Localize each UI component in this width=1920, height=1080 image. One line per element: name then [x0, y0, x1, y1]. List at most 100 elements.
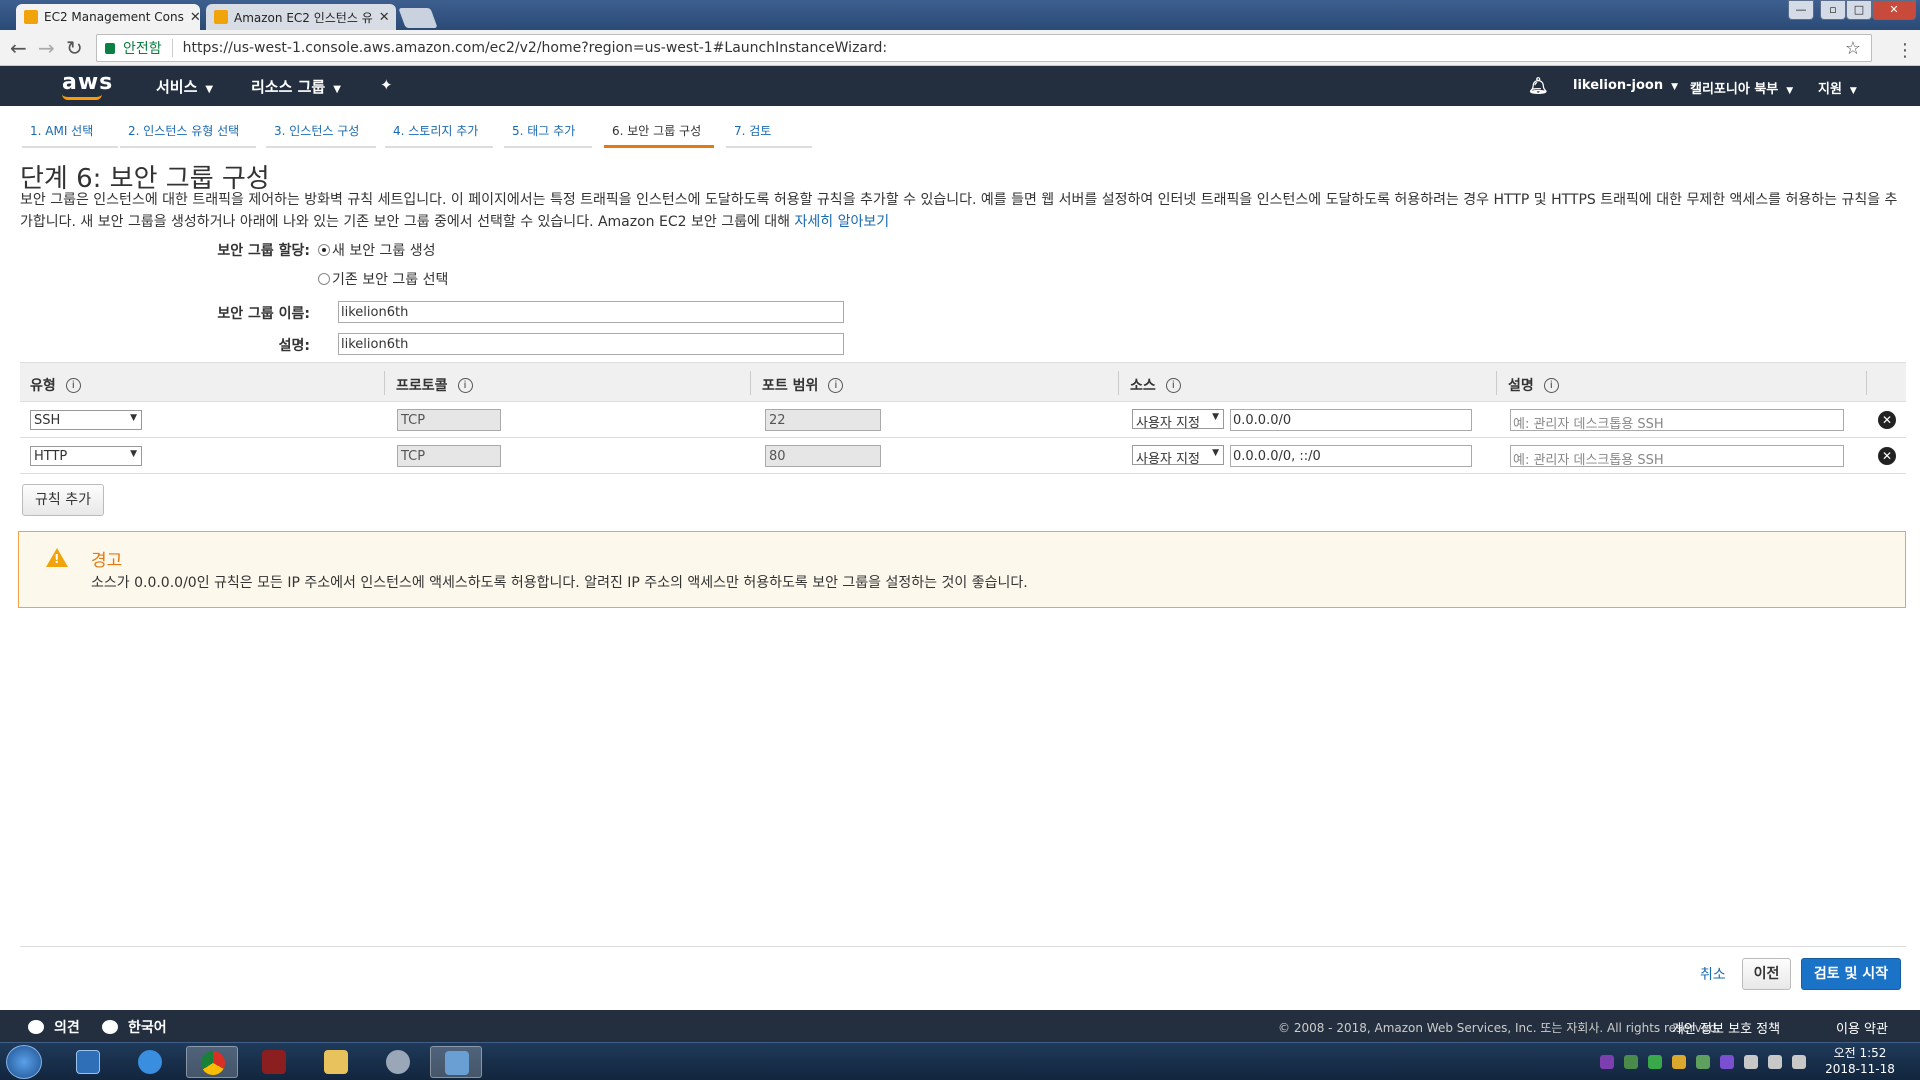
- secure-indicator[interactable]: 안전함: [105, 38, 162, 58]
- tray-app-icon[interactable]: [1624, 1055, 1638, 1069]
- taskbar-desktop-icon[interactable]: [62, 1046, 114, 1078]
- wizard-step-storage[interactable]: 4. 스토리지 추가: [385, 118, 493, 148]
- back-arrow-icon[interactable]: ←: [10, 36, 27, 60]
- forward-arrow-icon[interactable]: →: [38, 36, 55, 60]
- type-select[interactable]: SSH ▼: [30, 410, 142, 430]
- column-description: 설명 i: [1508, 375, 1559, 395]
- maximize-window-button[interactable]: □: [1846, 0, 1872, 20]
- add-rule-button[interactable]: 규칙 추가: [22, 484, 104, 516]
- warning-text: 소스가 0.0.0.0/0인 규칙은 모든 IP 주소에서 인스턴스에 액세스하…: [91, 575, 1028, 591]
- resource-groups-menu[interactable]: 리소스 그룹 ▼: [251, 76, 341, 97]
- tray-network-icon[interactable]: [1792, 1055, 1806, 1069]
- remove-rule-icon[interactable]: ✕: [1878, 447, 1896, 465]
- taskbar-clock[interactable]: 오전 1:52 2018-11-18: [1820, 1045, 1900, 1077]
- source-type-select[interactable]: 사용자 지정 ▼: [1132, 445, 1224, 467]
- bookmark-star-icon[interactable]: ☆: [1845, 38, 1861, 59]
- taskbar-tool-icon[interactable]: [372, 1046, 424, 1078]
- radio-existing-sg[interactable]: 기존 보안 그룹 선택: [318, 269, 448, 289]
- browser-menu-icon[interactable]: ⋮: [1896, 40, 1914, 61]
- info-icon[interactable]: i: [1543, 377, 1559, 393]
- radio-unchecked-icon: [318, 273, 330, 285]
- user-profile-button[interactable]: ▫: [1820, 0, 1846, 20]
- services-menu[interactable]: 서비스 ▼: [156, 76, 213, 97]
- omnibox[interactable]: 안전함 https://us-west-1.console.aws.amazon…: [96, 34, 1872, 62]
- reload-icon[interactable]: ↻: [66, 36, 83, 60]
- account-menu[interactable]: likelion-joon ▼: [1573, 78, 1678, 93]
- radio-checked-icon: [318, 244, 330, 256]
- taskbar-window-icon[interactable]: [430, 1046, 482, 1078]
- source-cidr-input[interactable]: 0.0.0.0/0, ::/0: [1230, 445, 1472, 467]
- wizard-step-tags[interactable]: 5. 태그 추가: [504, 118, 592, 148]
- wizard-step-ami[interactable]: 1. AMI 선택: [22, 118, 118, 148]
- learn-more-link[interactable]: 자세히 알아보기: [795, 214, 890, 230]
- wizard-step-review[interactable]: 7. 검토: [726, 118, 812, 148]
- privacy-policy-link[interactable]: 개인 정보 보호 정책: [1672, 1018, 1780, 1037]
- taskbar-explorer-icon[interactable]: [310, 1046, 362, 1078]
- info-icon[interactable]: i: [828, 377, 844, 393]
- source-type-select[interactable]: 사용자 지정 ▼: [1132, 409, 1224, 431]
- support-menu[interactable]: 지원 ▼: [1818, 78, 1857, 97]
- feedback-button[interactable]: 의견: [28, 1017, 80, 1037]
- terms-link[interactable]: 이용 약관: [1836, 1018, 1888, 1037]
- globe-icon: [102, 1020, 118, 1034]
- region-label: 캘리포니아 북부: [1690, 82, 1779, 97]
- source-cidr-input[interactable]: 0.0.0.0/0: [1230, 409, 1472, 431]
- taskbar-ie-icon[interactable]: [124, 1046, 176, 1078]
- tray-app-icon[interactable]: [1720, 1055, 1734, 1069]
- close-tab-icon[interactable]: ✕: [184, 10, 200, 25]
- minimize-window-button[interactable]: —: [1788, 0, 1814, 20]
- new-tab-button[interactable]: [398, 8, 438, 28]
- remove-rule-icon[interactable]: ✕: [1878, 411, 1896, 429]
- cancel-link[interactable]: 취소: [1700, 964, 1726, 984]
- column-protocol: 프로토콜 i: [396, 375, 473, 395]
- column-source: 소스 i: [1130, 375, 1181, 395]
- info-icon[interactable]: i: [1165, 377, 1181, 393]
- browser-tab-ec2-console[interactable]: EC2 Management Cons ✕: [16, 4, 200, 30]
- divider: [1866, 371, 1867, 395]
- tray-app-icon[interactable]: [1600, 1055, 1614, 1069]
- aws-logo[interactable]: aws: [62, 70, 113, 95]
- review-and-launch-button[interactable]: 검토 및 시작: [1801, 958, 1901, 990]
- language-button[interactable]: 한국어: [102, 1017, 167, 1037]
- wizard-step-security-group[interactable]: 6. 보안 그룹 구성: [604, 118, 714, 148]
- region-menu[interactable]: 캘리포니아 북부 ▼: [1690, 78, 1793, 97]
- wizard-step-configure[interactable]: 3. 인스턴스 구성: [266, 118, 376, 148]
- tray-flag-icon[interactable]: [1744, 1055, 1758, 1069]
- rule-desc-input[interactable]: 예: 관리자 데스크톱용 SSH: [1510, 445, 1844, 468]
- wizard-step-instance-type[interactable]: 2. 인스턴스 유형 선택: [120, 118, 256, 148]
- taskbar-chrome-icon[interactable]: [186, 1046, 238, 1078]
- rule-desc-input[interactable]: 예: 관리자 데스크톱용 SSH: [1510, 409, 1844, 432]
- folder-icon: [324, 1050, 348, 1074]
- tray-app-icon[interactable]: [1648, 1055, 1662, 1069]
- radio-new-sg-label: 새 보안 그룹 생성: [332, 243, 436, 259]
- speech-bubble-icon: [28, 1020, 44, 1034]
- tray-shield-icon[interactable]: [1672, 1055, 1686, 1069]
- assign-sg-label: 보안 그룹 할당:: [217, 243, 310, 259]
- info-icon[interactable]: i: [65, 377, 81, 393]
- divider: [750, 371, 751, 395]
- warning-alert: ! 경고 소스가 0.0.0.0/0인 규칙은 모든 IP 주소에서 인스턴스에…: [18, 531, 1906, 608]
- aws-console-footer: 의견 한국어 © 2008 - 2018, Amazon Web Service…: [0, 1010, 1920, 1042]
- sg-name-input[interactable]: likelion6th: [338, 301, 844, 323]
- info-icon[interactable]: i: [457, 377, 473, 393]
- lock-icon: [105, 42, 115, 54]
- bell-icon[interactable]: 🔔︎: [1528, 76, 1548, 95]
- taskbar-pica-icon[interactable]: [248, 1046, 300, 1078]
- close-tab-icon[interactable]: ✕: [373, 10, 390, 25]
- type-select[interactable]: HTTP ▼: [30, 446, 142, 466]
- previous-button[interactable]: 이전: [1742, 958, 1791, 990]
- start-button[interactable]: [6, 1045, 42, 1079]
- radio-new-sg[interactable]: 새 보안 그룹 생성: [318, 240, 436, 260]
- tray-app-icon[interactable]: [1696, 1055, 1710, 1069]
- aws-smile-icon: [62, 94, 102, 100]
- close-window-button[interactable]: ✕: [1872, 0, 1916, 20]
- browser-tab-ec2-docs[interactable]: Amazon EC2 인스턴스 유 ✕: [206, 4, 396, 30]
- tray-volume-icon[interactable]: [1768, 1055, 1782, 1069]
- url-text[interactable]: https://us-west-1.console.aws.amazon.com…: [183, 40, 887, 56]
- protocol-field: TCP: [397, 409, 501, 431]
- pin-icon[interactable]: ✦: [380, 76, 393, 94]
- divider: [20, 946, 1906, 947]
- sg-desc-input[interactable]: likelion6th: [338, 333, 844, 355]
- chevron-down-icon: ▼: [130, 413, 137, 423]
- chevron-down-icon: ▼: [205, 84, 214, 95]
